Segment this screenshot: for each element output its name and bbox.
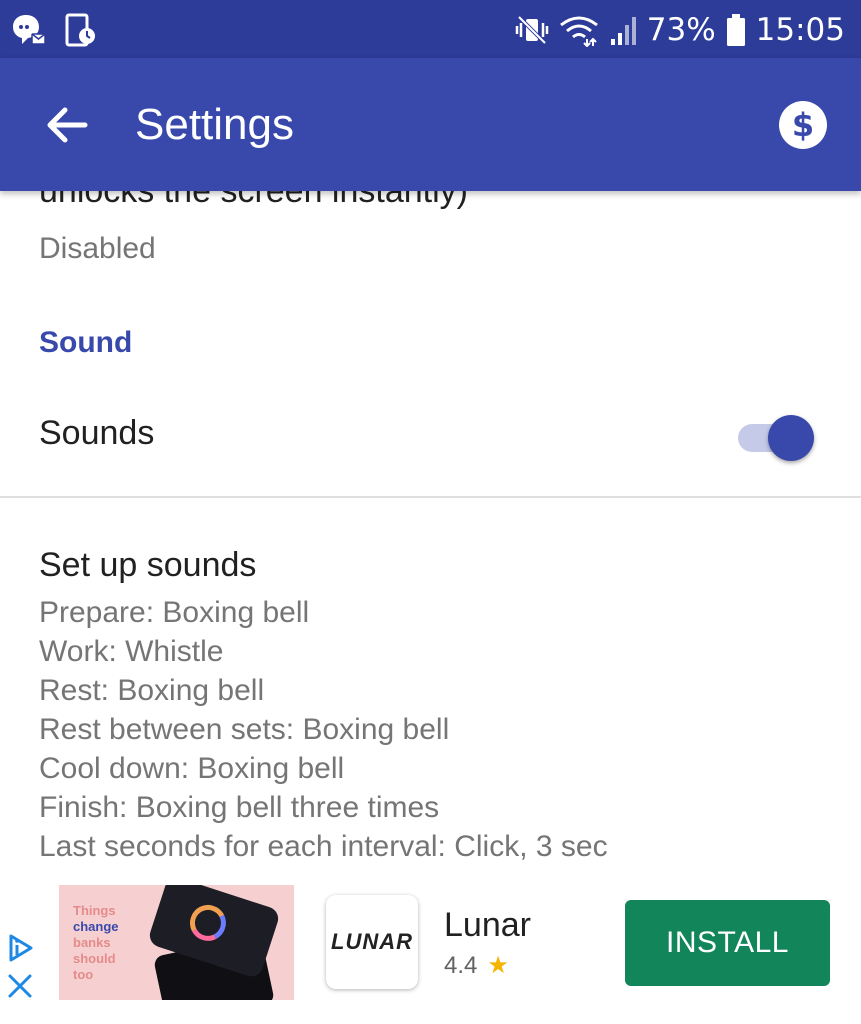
wifi-icon (559, 16, 598, 47)
battery-icon (726, 14, 745, 46)
app-logo-text: LUNAR (331, 929, 413, 954)
previous-setting-title: unlocks the screen instantly) (39, 191, 468, 210)
back-button[interactable] (40, 98, 94, 152)
ad-rating: 4.4 ★ (444, 951, 509, 981)
svg-text:$: $ (792, 106, 814, 144)
ad-app-name[interactable]: Lunar (444, 905, 531, 945)
ad-banner[interactable]: Things change banks should too LUNAR Lun… (0, 881, 861, 1024)
ad-image[interactable]: Things change banks should too (59, 885, 294, 1000)
summary-line-rest: Rest: Boxing bell (39, 674, 265, 707)
setup-sounds-summary: Prepare: Boxing bell Work: Whistle Rest:… (39, 593, 608, 866)
adchoices-icon[interactable] (5, 933, 35, 963)
close-icon[interactable] (5, 971, 35, 1001)
summary-line-rest-between-sets: Rest between sets: Boxing bell (39, 713, 450, 746)
chat-notification-icon (13, 15, 46, 45)
vibrate-mute-icon (515, 15, 548, 45)
battery-percent: 73% (646, 12, 716, 48)
screen-timer-icon (65, 13, 95, 47)
summary-line-last-seconds: Last seconds for each interval: Click, 3… (39, 830, 608, 863)
summary-line-cool-down: Cool down: Boxing bell (39, 752, 345, 785)
settings-list[interactable]: unlocks the screen instantly) Disabled S… (0, 191, 861, 881)
install-button[interactable]: INSTALL (625, 900, 830, 986)
divider (0, 496, 861, 498)
summary-line-finish: Finish: Boxing bell three times (39, 791, 440, 824)
setup-sounds-row[interactable]: Set up sounds Prepare: Boxing bell Work:… (0, 531, 861, 871)
sounds-label: Sounds (39, 414, 155, 452)
arrow-back-icon (47, 107, 88, 143)
status-left-icons (10, 12, 98, 48)
section-header-sound: Sound (39, 326, 133, 359)
signal-icon (610, 17, 636, 45)
summary-line-work: Work: Whistle (39, 635, 224, 668)
page-title: Settings (135, 100, 294, 149)
switch-thumb (768, 415, 814, 461)
sounds-toggle-row[interactable]: Sounds (0, 391, 861, 475)
ad-image-text: Things change banks should too (73, 903, 119, 982)
rating-value: 4.4 (444, 952, 478, 979)
chart-ring-icon (185, 900, 231, 946)
setup-sounds-title: Set up sounds (39, 546, 257, 584)
app-bar: Settings $ (0, 58, 861, 191)
app-logo[interactable]: LUNAR (326, 895, 418, 989)
sounds-switch[interactable] (738, 411, 816, 461)
dollar-icon: $ (779, 101, 827, 149)
summary-line-prepare: Prepare: Boxing bell (39, 596, 310, 629)
premium-button[interactable]: $ (778, 100, 828, 150)
status-right-icons: 73% 15:05 (515, 8, 845, 52)
clock: 15:05 (755, 12, 845, 48)
previous-setting-summary: Disabled (39, 232, 156, 265)
status-bar: 73% 15:05 (0, 0, 861, 58)
star-icon: ★ (487, 952, 509, 979)
